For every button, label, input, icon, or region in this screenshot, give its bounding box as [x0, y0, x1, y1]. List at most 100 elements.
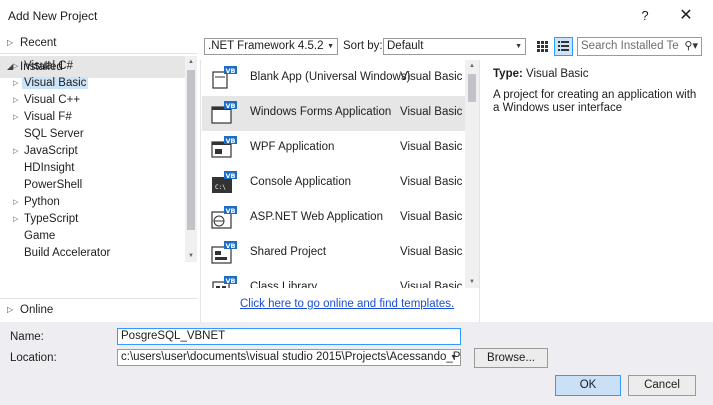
template-name: Console Application [250, 176, 352, 188]
svg-text:VB: VB [226, 172, 236, 180]
type-value: Visual Basic [526, 68, 589, 80]
tree-item-label: Visual C++ [24, 94, 81, 106]
scroll-up-icon[interactable]: ▲ [185, 56, 197, 68]
tree-item-label: PowerShell [24, 179, 83, 191]
tree-item[interactable]: ▷ Visual Basic [13, 75, 183, 92]
expand-arrow-icon[interactable]: ▷ [13, 109, 18, 126]
title-bar: Add New Project ? ✕ [0, 0, 713, 32]
template-item[interactable]: VB Class Library Visual Basic [202, 271, 465, 288]
template-item[interactable]: VB ASP.NET Web Application Visual Basic [202, 201, 465, 236]
template-item[interactable]: VB Blank App (Universal Windows) Visual Ba… [202, 61, 465, 96]
template-item[interactable]: VB WPF Application Visual Basic [202, 131, 465, 166]
expand-arrow-icon[interactable]: ▷ [13, 211, 18, 228]
list-view-icon [558, 41, 569, 51]
tree-scrollbar[interactable]: ▲ ▼ [185, 56, 197, 262]
list-view-button[interactable] [554, 37, 573, 56]
tree-item-label: TypeScript [24, 213, 79, 225]
location-combobox[interactable]: c:\users\user\documents\visual studio 20… [117, 349, 461, 366]
tree-item[interactable]: ▷ Visual C# [13, 58, 183, 75]
template-language: Visual Basic [400, 246, 463, 258]
close-button[interactable]: ✕ [673, 4, 699, 28]
tree-section-online[interactable]: ▷ Online [0, 298, 197, 320]
template-list: VB Blank App (Universal Windows) Visual Ba… [200, 60, 480, 322]
help-button[interactable]: ? [633, 4, 657, 28]
template-name: Shared Project [250, 246, 327, 258]
svg-text:VB: VB [226, 242, 236, 250]
tree-item[interactable]: Build Accelerator [13, 245, 183, 262]
template-name: Windows Forms Application [250, 106, 392, 118]
template-name: Blank App (Universal Windows) [250, 71, 411, 83]
tree-item-label: SQL Server [24, 128, 84, 140]
scroll-down-icon[interactable]: ▼ [185, 250, 197, 262]
tree-item[interactable]: Game [13, 228, 183, 245]
sort-value: Default [387, 40, 424, 52]
expand-arrow-icon[interactable]: ▷ [13, 194, 18, 211]
template-details: Type: Visual Basic A project for creatin… [485, 60, 707, 322]
template-item[interactable]: VB Windows Forms Application Visual Basic [202, 96, 465, 131]
sort-by-label: Sort by: [343, 40, 383, 52]
aspnet-icon: VB [211, 206, 237, 230]
tree-section-recent[interactable]: ▷ Recent [0, 32, 197, 54]
browse-button[interactable]: Browse... [474, 348, 548, 368]
tree-item-label: Visual C# [24, 60, 74, 72]
template-item[interactable]: VB Shared Project Visual Basic [202, 236, 465, 271]
tree-item[interactable]: ▷ Python [13, 194, 183, 211]
expand-arrow-icon[interactable]: ▷ [13, 58, 18, 75]
tree-section-label: Recent [20, 37, 57, 49]
expand-arrow-icon[interactable]: ▷ [13, 143, 18, 160]
type-line: Type: Visual Basic [493, 68, 588, 80]
template-scrollbar[interactable]: ▲ ▼ [465, 60, 479, 288]
ok-button[interactable]: OK [555, 375, 621, 396]
template-name: ASP.NET Web Application [250, 211, 383, 223]
dropdown-arrow-icon: ▼ [327, 43, 334, 50]
installed-tree-list: ▷ Visual C# ▷ Visual Basic ▷ Visual C++ ▷ Visua… [0, 56, 185, 262]
svg-text:C:\: C:\ [215, 184, 226, 191]
template-language: Visual Basic [400, 281, 463, 288]
search-installed-input[interactable]: Search Installed Te ⚲▾ [577, 37, 702, 56]
scroll-down-icon[interactable]: ▼ [465, 276, 479, 288]
search-placeholder: Search Installed Te [581, 40, 679, 52]
scroll-thumb[interactable] [187, 70, 195, 230]
tree-item[interactable]: ▷ Visual F# [13, 109, 183, 126]
tree-item[interactable]: SQL Server [13, 126, 183, 143]
expand-arrow-icon[interactable]: ▷ [13, 75, 18, 92]
location-value: c:\users\user\documents\visual studio 20… [121, 351, 461, 363]
tree-item[interactable]: PowerShell [13, 177, 183, 194]
name-label: Name: [10, 331, 44, 343]
template-name: WPF Application [250, 141, 335, 153]
scroll-up-icon[interactable]: ▲ [465, 60, 479, 72]
sort-dropdown[interactable]: Default ▼ [383, 38, 526, 55]
console-icon: C:\ VB [211, 171, 237, 195]
expand-arrow-icon: ▷ [7, 305, 14, 314]
template-language: Visual Basic [400, 141, 463, 153]
tree-item[interactable]: ▷ JavaScript [13, 143, 183, 160]
tree-item[interactable]: ▷ TypeScript [13, 211, 183, 228]
svg-text:VB: VB [226, 207, 236, 215]
tree-item[interactable]: ▷ Visual C++ [13, 92, 183, 109]
svg-text:VB: VB [226, 102, 236, 110]
tree-item[interactable]: HDInsight [13, 160, 183, 177]
dropdown-arrow-icon: ▼ [515, 43, 522, 50]
search-icon[interactable]: ⚲▾ [684, 38, 698, 55]
scroll-thumb[interactable] [468, 74, 476, 102]
grid-view-button[interactable] [533, 38, 551, 55]
tree-item-label: Python [24, 196, 60, 208]
template-language: Visual Basic [400, 211, 463, 223]
project-name-input[interactable]: PosgreSQL_VBNET [117, 328, 461, 345]
expand-arrow-icon[interactable]: ▷ [13, 92, 18, 109]
tree-section-label: Online [20, 304, 54, 316]
tree-item-label: Build Accelerator [24, 247, 111, 259]
template-item[interactable]: C:\ VB Console Application Visual Basic [202, 166, 465, 201]
template-name: Class Library [250, 281, 318, 288]
dropdown-arrow-icon[interactable]: ▼ [450, 350, 457, 365]
winforms-icon: VB [211, 101, 237, 125]
find-templates-online-link[interactable]: Click here to go online and find templat… [240, 298, 454, 310]
type-description: A project for creating an application wi… [493, 89, 697, 114]
shared-project-icon: VB [211, 241, 237, 265]
framework-dropdown[interactable]: .NET Framework 4.5.2 ▼ [204, 38, 338, 55]
type-label: Type: [493, 68, 523, 80]
cancel-button[interactable]: Cancel [628, 375, 696, 396]
template-language: Visual Basic [400, 176, 463, 188]
tree-item-label: HDInsight [24, 162, 75, 174]
template-language: Visual Basic [400, 71, 463, 83]
